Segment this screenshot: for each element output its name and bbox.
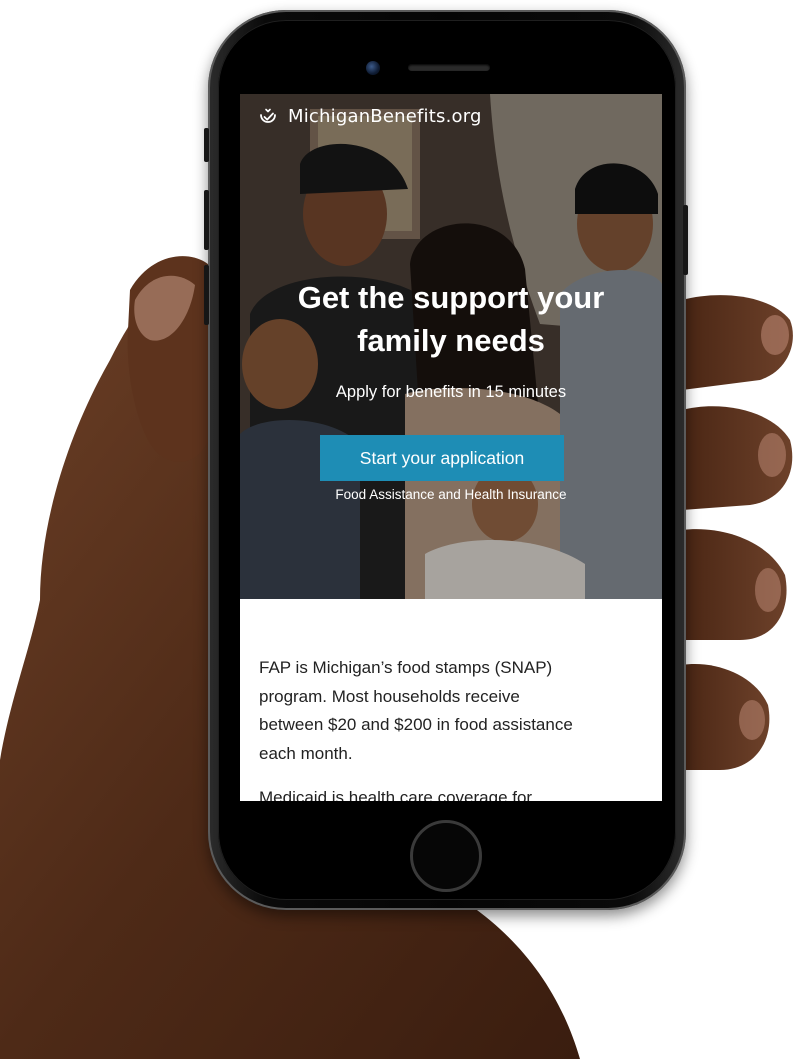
fap-line-3: between $20 and $200 in food assistance (259, 715, 573, 734)
fap-line-1: FAP is Michigan’s food stamps (SNAP) (259, 658, 553, 677)
site-brand[interactable]: MichiganBenefits.org (258, 106, 482, 127)
earpiece-speaker (408, 64, 490, 71)
headline-line-1: Get the support your (297, 280, 605, 315)
home-button[interactable] (410, 820, 482, 892)
phone-side-button (204, 128, 209, 162)
checkmark-badge-icon (260, 108, 276, 123)
hero-section: MichiganBenefits.org Get the support you… (240, 94, 662, 599)
fap-paragraph: FAP is Michigan’s food stamps (SNAP) pro… (259, 654, 644, 768)
phone-screen: MichiganBenefits.org Get the support you… (240, 94, 662, 801)
phone-power-button (683, 205, 688, 275)
phone-volume-up (204, 190, 209, 250)
headline-line-2: family needs (357, 323, 545, 358)
hero-headline: Get the support your family needs (240, 276, 662, 362)
cta-note: Food Assistance and Health Insurance (335, 487, 567, 502)
fap-line-4: each month. (259, 743, 353, 763)
start-application-button[interactable]: Start your application (320, 435, 564, 481)
info-content: FAP is Michigan’s food stamps (SNAP) pro… (259, 654, 644, 801)
front-camera (366, 61, 380, 75)
hero-subheadline: Apply for benefits in 15 minutes (335, 383, 567, 401)
brand-name: MichiganBenefits.org (288, 106, 482, 127)
fap-line-2: program. Most households receive (259, 686, 520, 706)
phone-volume-down (204, 265, 209, 325)
medicaid-paragraph: Medicaid is health care coverage for (259, 788, 533, 801)
